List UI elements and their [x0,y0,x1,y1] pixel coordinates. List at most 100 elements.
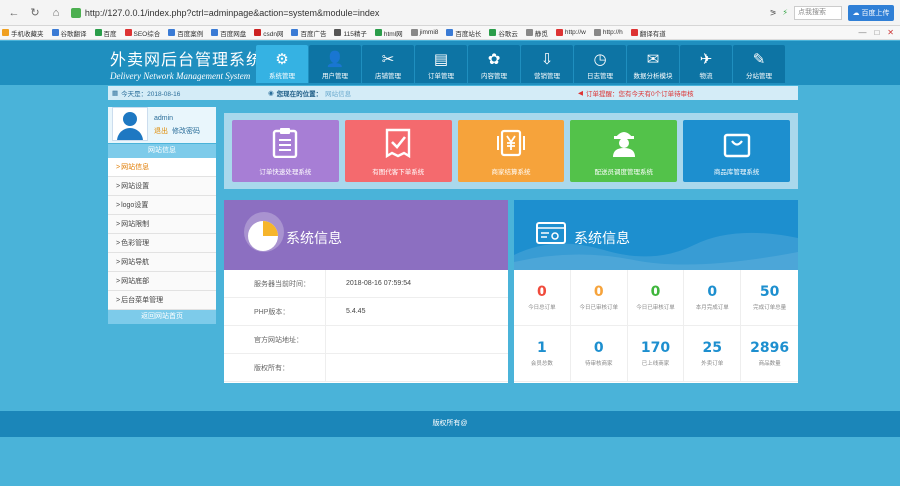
sidebar-item[interactable]: 网站信息 [108,158,216,177]
nav-tab-label: 分站管理 [746,73,772,80]
nav-tab[interactable]: ◷ 日志管理 [574,45,626,83]
quick-tile[interactable]: 商家结算系统 [457,120,565,182]
username: admin [154,115,174,122]
stat-cell[interactable]: 2896 商品数量 [741,326,798,382]
bookmark-item[interactable]: 百度网盘 [211,28,246,38]
bookmark-icon [410,29,418,36]
browser-search-input[interactable]: 点我搜索 [794,5,842,20]
info-bar: ▦ 今天是：2018-08-16 ◉ 您现在的位置： 网站信息 ◀ 订单提醒：您… [108,86,798,100]
nav-tab-label: 营销管理 [534,73,560,80]
stat-cell[interactable]: 25 外卖订单 [684,326,742,382]
stat-label: 完成订单总量 [753,305,787,311]
nav-tab[interactable]: ✂ 店铺管理 [362,45,414,83]
bookmark-item[interactable]: 谷歌云 [489,28,518,38]
sidebar-item[interactable]: 网站限制 [108,215,216,234]
bookmark-item[interactable]: 百度案例 [168,28,203,38]
stat-cell[interactable]: 0 本月完成订单 [684,270,742,326]
bookmark-item[interactable]: 谷歌翻译 [51,28,87,38]
sidebar-item[interactable]: 后台菜单管理 [108,291,216,310]
home-icon[interactable]: ⌂ [49,6,63,20]
back-icon[interactable]: ← [7,6,21,20]
change-password-link[interactable]: 修改密码 [172,128,200,135]
bookmark-item[interactable]: http://w [555,28,586,38]
top-navigation: ⚙ 系统管理 👤 用户管理 ✂ 店铺管理 ▤ 订单管理 ✿ 内容管理 ⇩ 营销管理 ◷ 日志管理 ✉ 数据分析… [256,45,785,83]
browser-address-bar: ← ↻ ⌂ http://127.0.0.1/index.php?ctrl=ad… [0,0,900,26]
nav-tab[interactable]: 👤 用户管理 [309,45,361,83]
bookmark-label: html网 [383,30,403,38]
location-icon: ◉ [268,90,274,97]
quick-tile[interactable]: 订单快速处理系统 [232,120,339,182]
sidebar-item[interactable]: logo设置 [108,196,216,215]
bookmark-icon [374,29,382,36]
nav-tab[interactable]: ▤ 订单管理 [415,45,467,83]
document-icon [272,128,298,166]
wrench-icon: ✎ [752,51,766,68]
sidebar-item[interactable]: 色彩管理 [108,234,216,253]
info-value: 5.4.45 [346,308,366,315]
logout-link[interactable]: 退出 [154,128,168,135]
cloud-icon: ☁ [852,9,860,17]
nav-tab[interactable]: ⚙ 系统管理 [256,45,308,83]
maximize-icon[interactable]: □ [874,28,879,37]
bookmark-label: 百度网盘 [220,30,247,38]
nav-tab-label: 物流 [699,73,713,80]
url-field[interactable]: http://127.0.0.1/index.php?ctrl=adminpag… [70,5,770,21]
bookmark-item[interactable]: 百度 [94,28,117,38]
stat-cell[interactable]: 0 今日已审核订单 [627,270,685,326]
bookmarks-bar: 手机收藏夹 谷歌翻译 百度 SEO综合 百度案例 百度网盘 csdn网 百度广告 115精子 ht… [0,26,900,40]
nav-tab[interactable]: ✈ 物流 [680,45,732,83]
bookmark-icon [211,29,219,36]
lightning-icon[interactable]: ⚡ [782,8,788,17]
nav-tab[interactable]: ✿ 内容管理 [468,45,520,83]
nav-tab-label: 店铺管理 [375,73,401,80]
bookmark-item[interactable]: html网 [374,28,403,38]
bookmark-item[interactable]: SEO综合 [124,28,161,38]
bookmark-item[interactable]: 百度站长 [446,28,481,38]
close-icon[interactable]: ✕ [887,28,894,37]
stat-cell[interactable]: 50 完成订单总量 [741,270,798,326]
brand-subtitle: Delivery Network Management System [110,71,251,81]
stat-value: 1 [537,340,547,356]
sidebar-item[interactable]: 网站设置 [108,177,216,196]
bookmark-item[interactable]: http://h [593,28,623,38]
bookmark-item[interactable]: csdn网 [254,28,283,38]
marketing-icon: ⇩ [540,51,554,68]
stat-value: 50 [759,284,780,300]
stat-cell[interactable]: 170 已上线商家 [627,326,685,382]
bookmark-item[interactable]: 百度广告 [291,28,326,38]
bookmark-item[interactable]: jimmi8 [410,28,438,38]
quick-tile-label: 配送员调度管理系统 [594,169,654,176]
bookmark-item[interactable]: 手机收藏夹 [2,28,44,38]
sidebar-item[interactable]: 网站底部 [108,272,216,291]
bookmark-label: SEO综合 [133,30,161,38]
stat-cell[interactable]: 0 今日已审核订单 [570,270,628,326]
quick-tile[interactable]: 商品库管理系统 [683,120,790,182]
quick-tile[interactable]: 配送员调度管理系统 [570,120,678,182]
info-row: 官方网站地址： [224,326,508,354]
checklist-icon [384,128,412,166]
bookmark-item[interactable]: 静觅 [525,28,548,38]
refresh-icon[interactable]: ↻ [28,6,42,20]
quick-tile[interactable]: 有图代客下单系统 [344,120,452,182]
info-key: 版权所有： [224,354,326,381]
stat-label: 商品数量 [758,361,781,367]
stat-cell[interactable]: 0 今日总订单 [514,270,571,326]
minimize-icon[interactable]: — [858,28,866,37]
bookmark-item[interactable]: 115精子 [334,28,367,38]
cloud-upload-button[interactable]: ☁ 百度上传 [848,4,894,21]
stat-cell[interactable]: 0 待审核商家 [570,326,628,382]
bookmark-label: http://w [564,29,586,36]
nav-tab[interactable]: ✉ 数据分析模块 [627,45,679,83]
back-home-link[interactable]: 返回网站首页 [108,310,216,324]
stat-label: 外卖订单 [701,361,724,367]
nav-tab[interactable]: ✎ 分站管理 [733,45,785,83]
stat-value: 25 [702,340,723,356]
share-icon[interactable]: ⪖ [770,8,777,17]
sidebar-item[interactable]: 网站导航 [108,253,216,272]
nav-tab[interactable]: ⇩ 营销管理 [521,45,573,83]
stat-cell[interactable]: 1 会员总数 [514,326,571,382]
order-alert[interactable]: 订单提醒：您有今天有0个订单待审核 [586,88,694,98]
info-key: 服务器当前时间： [224,270,326,297]
system-info-header: 系统信息 [224,200,508,270]
bookmark-item[interactable]: 翻译有道 [630,28,666,38]
